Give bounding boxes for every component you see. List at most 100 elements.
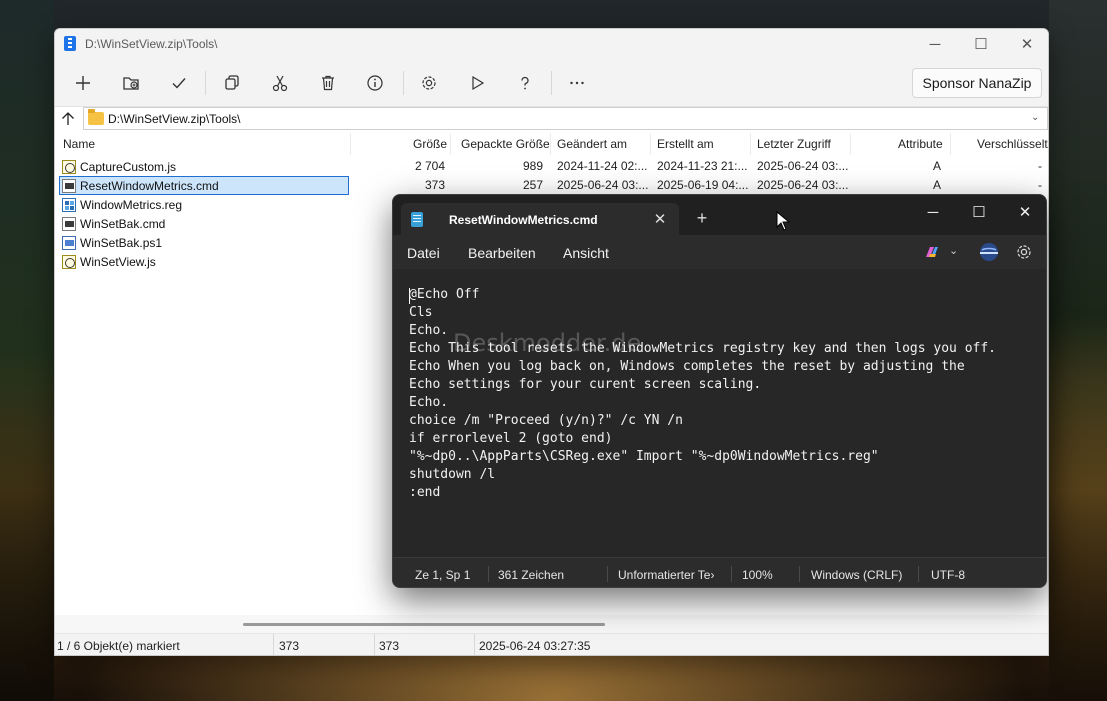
status-divider: [488, 566, 489, 582]
chevron-down-icon[interactable]: ⌄: [1031, 112, 1043, 124]
file-name: WinSetBak.ps1: [80, 236, 163, 250]
code-line: Cls: [409, 305, 433, 320]
delete-button[interactable]: [308, 68, 348, 98]
text-editor[interactable]: Deskmodder.de @Echo Off Cls Echo. Echo T…: [393, 269, 1046, 557]
up-folder-button[interactable]: [55, 107, 81, 131]
notepad-maximize-button[interactable]: ☐: [956, 195, 1002, 229]
settings-button[interactable]: [409, 68, 449, 98]
zoom-level[interactable]: 100%: [742, 568, 773, 582]
text-format[interactable]: Unformatierter Te›: [618, 568, 714, 582]
copilot-icon[interactable]: [923, 244, 941, 260]
file-size: 373: [424, 178, 445, 192]
notepad-tab[interactable]: ResetWindowMetrics.cmd ✕: [401, 203, 679, 235]
copy-button[interactable]: [212, 68, 252, 98]
add-icon: [76, 76, 90, 90]
nanazip-app-icon: [64, 36, 76, 51]
status-size: 373: [279, 639, 300, 653]
menu-view[interactable]: Ansicht: [563, 245, 609, 261]
maximize-button[interactable]: ☐: [958, 29, 1004, 59]
horizontal-scrollbar[interactable]: [55, 615, 1048, 633]
toolbar-separator: [205, 71, 206, 95]
file-name-cell[interactable]: CaptureCustom.js: [59, 157, 349, 176]
file-name-cell[interactable]: WinSetBak.cmd: [59, 214, 349, 233]
file-encrypted: -: [1038, 159, 1042, 173]
file-name-cell[interactable]: WinSetBak.ps1: [59, 233, 349, 252]
reg-file-icon: [62, 198, 76, 212]
settings-icon[interactable]: [1015, 243, 1033, 261]
file-accessed: 2025-06-24 03:...: [757, 178, 849, 192]
cmd-file-icon: [62, 179, 76, 193]
menu-edit[interactable]: Bearbeiten: [468, 245, 536, 261]
notepad-minimize-button[interactable]: ─: [910, 195, 956, 229]
file-created: 2024-11-23 21:...: [657, 159, 748, 173]
file-size: 2 704: [414, 159, 445, 173]
encoding[interactable]: UTF-8: [931, 568, 965, 582]
column-header-attributes[interactable]: Attribute: [898, 137, 943, 151]
column-header-modified[interactable]: Geändert am: [557, 137, 627, 151]
address-bar: D:\WinSetView.zip\Tools\ ⌄: [55, 107, 1048, 131]
help-button[interactable]: [505, 68, 545, 98]
tab-close-icon[interactable]: ✕: [649, 208, 671, 230]
code-line: if errorlevel 2 (goto end): [409, 431, 613, 446]
status-selection: 1 / 6 Objekt(e) markiert: [57, 639, 180, 653]
status-divider: [273, 634, 274, 655]
cursor-position: Ze 1, Sp 1: [415, 568, 471, 582]
nanazip-window-title: D:\WinSetView.zip\Tools\: [85, 37, 218, 51]
test-button[interactable]: [159, 68, 199, 98]
status-date: 2025-06-24 03:27:35: [479, 639, 591, 653]
profile-icon[interactable]: [979, 242, 999, 262]
menu-file[interactable]: Datei: [407, 245, 440, 261]
column-header-size[interactable]: Größe: [413, 137, 447, 151]
notepad-tabstrip[interactable]: ResetWindowMetrics.cmd ✕ + ─ ☐ ✕: [393, 195, 1046, 235]
add-button[interactable]: [63, 68, 103, 98]
code-line: :end: [409, 485, 441, 500]
benchmark-icon: [472, 75, 485, 91]
address-input[interactable]: D:\WinSetView.zip\Tools\ ⌄: [83, 107, 1048, 130]
test-icon: [172, 78, 186, 89]
file-name: WindowMetrics.reg: [80, 198, 183, 212]
file-name-cell[interactable]: ResetWindowMetrics.cmd: [59, 176, 349, 195]
benchmark-button[interactable]: [457, 68, 497, 98]
notepad-close-button[interactable]: ✕: [1002, 195, 1046, 229]
file-packed-size: 989: [522, 159, 543, 173]
column-header-created[interactable]: Erstellt am: [657, 137, 714, 151]
js-file-icon: [62, 160, 76, 174]
sponsor-button[interactable]: Sponsor NanaZip: [912, 68, 1042, 98]
file-row[interactable]: CaptureCustom.js 2 704 989 2024-11-24 02…: [55, 157, 1048, 176]
nanazip-titlebar[interactable]: D:\WinSetView.zip\Tools\ ─ ☐ ✕: [55, 29, 1048, 59]
copy-icon: [225, 75, 239, 90]
new-tab-button[interactable]: +: [691, 207, 713, 229]
column-header-packed-size[interactable]: Gepackte Größe: [461, 137, 550, 151]
file-name-cell[interactable]: WindowMetrics.reg: [59, 195, 349, 214]
code-line: Echo.: [409, 323, 449, 338]
file-encrypted: -: [1038, 178, 1042, 192]
file-name: WinSetView.js: [80, 255, 156, 269]
extract-button[interactable]: [111, 68, 151, 98]
move-button[interactable]: [260, 68, 300, 98]
file-row-selected[interactable]: ResetWindowMetrics.cmd 373 257 2025-06-2…: [55, 176, 1048, 195]
column-header-accessed[interactable]: Letzter Zugriff: [757, 137, 831, 151]
info-button[interactable]: [355, 68, 395, 98]
status-packed-size: 373: [379, 639, 400, 653]
file-name: WinSetBak.cmd: [80, 217, 166, 231]
close-button[interactable]: ✕: [1004, 29, 1048, 59]
scrollbar-thumb[interactable]: [243, 623, 605, 626]
code-line: Echo When you log back on, Windows compl…: [409, 359, 965, 374]
file-attributes: A: [933, 159, 942, 173]
file-modified: 2024-11-24 02:...: [557, 159, 648, 173]
help-icon: [521, 76, 529, 90]
code-line: Echo.: [409, 395, 449, 410]
line-endings[interactable]: Windows (CRLF): [811, 568, 902, 582]
code-line: "%~dp0..\AppParts\CSReg.exe" Import "%~d…: [409, 449, 879, 464]
file-name: CaptureCustom.js: [80, 160, 177, 174]
file-name: ResetWindowMetrics.cmd: [80, 179, 219, 193]
minimize-button[interactable]: ─: [912, 29, 958, 59]
chevron-down-icon[interactable]: ⌄: [949, 244, 958, 257]
more-button[interactable]: [557, 68, 597, 98]
column-header-name[interactable]: Name: [63, 137, 95, 151]
file-name-cell[interactable]: WinSetView.js: [59, 252, 349, 271]
column-header-encrypted[interactable]: Verschlüsselt: [977, 137, 1048, 151]
move-icon: [272, 75, 288, 92]
toolbar: Sponsor NanaZip: [55, 59, 1048, 107]
js-file-icon: [62, 255, 76, 269]
